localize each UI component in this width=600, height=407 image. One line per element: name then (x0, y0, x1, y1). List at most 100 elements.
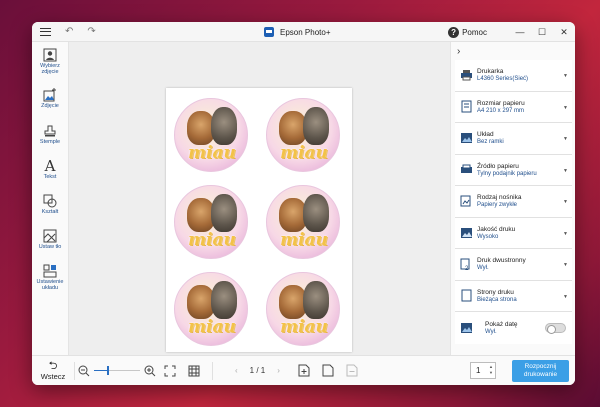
print-label-line2: drukowanie (523, 370, 558, 378)
cat-image (211, 281, 237, 319)
tool-stamps[interactable]: Stemple (32, 124, 69, 145)
media-type-icon (455, 195, 477, 207)
redo-icon[interactable]: ↷ (87, 26, 95, 37)
prev-page-button[interactable]: ‹ (235, 366, 238, 375)
print-quality-icon (455, 227, 477, 239)
start-print-button[interactable]: Rozpocznij drukowanie (512, 359, 569, 382)
delete-page-icon[interactable] (346, 364, 358, 377)
layout-icon (455, 132, 477, 144)
preview-canvas[interactable]: miau miau miau miau miau miau (69, 42, 450, 355)
fit-screen-icon[interactable] (164, 365, 176, 377)
chevron-down-icon: ▼ (563, 230, 568, 237)
sticker-image[interactable]: miau (174, 98, 248, 172)
layout-icon (43, 264, 57, 278)
setting-label: Strony druku (477, 288, 514, 296)
back-label: Wstecz (40, 371, 66, 381)
setting-value: Wył. (477, 265, 489, 272)
setting-print-pages[interactable]: Strony druku Bieżąca strona ▼ (455, 280, 572, 312)
cat-image (303, 194, 329, 232)
text-icon: A (44, 156, 56, 175)
tool-text[interactable]: A Tekst (32, 156, 69, 181)
setting-layout[interactable]: Układ Bez ramki ▼ (455, 123, 572, 155)
chevron-down-icon: ▼ (563, 293, 568, 300)
duplex-icon: 2 (455, 258, 477, 271)
settings-panel: › Drukarka L4360 Series(Sieć) ▼ Rozmiar pap… (450, 42, 575, 355)
chevron-down-icon: ▼ (563, 262, 568, 268)
setting-value: Papiery zwykłe (477, 202, 518, 209)
tool-layout[interactable]: Ustawienie układu (32, 264, 69, 291)
minimize-button[interactable]: — (509, 22, 531, 42)
decrement-icon[interactable]: ▼ (489, 370, 493, 376)
duplicate-page-icon[interactable] (322, 364, 334, 377)
setting-label: Rozmiar papieru (477, 99, 525, 107)
sticker-image[interactable]: miau (174, 272, 248, 346)
show-date-toggle[interactable] (545, 323, 566, 334)
sticker-image[interactable]: miau (266, 185, 340, 259)
sticker-text: miau (188, 230, 236, 250)
photo-select-icon (43, 48, 57, 62)
chevron-down-icon: ▼ (563, 104, 568, 111)
chevron-down-icon: ▼ (563, 199, 568, 205)
title-bar: ↶ ↷ Epson Photo+ ? Pomoc — ☐ ✕ (32, 22, 575, 42)
cat-image (303, 107, 329, 145)
maximize-button[interactable]: ☐ (531, 22, 553, 42)
zoom-slider[interactable] (94, 366, 140, 375)
collapse-panel-icon[interactable]: › (451, 42, 575, 60)
tool-background[interactable]: Ustaw tło (32, 229, 69, 250)
sticker-image[interactable]: miau (174, 185, 248, 259)
main-area: Wybierz zdjęcie Zdjęcie Stemple A Tekst (32, 42, 575, 355)
setting-print-quality[interactable]: Jakość druku Wysoko ▼ (455, 217, 572, 249)
paper-size-icon (455, 100, 477, 113)
tool-shape[interactable]: Kształt (32, 194, 69, 215)
setting-paper-source[interactable]: Źródło papieru Tylny podajnik papieru ▼ (455, 154, 572, 186)
sticker-image[interactable]: miau (266, 98, 340, 172)
setting-media-type[interactable]: Rodzaj nośnika Papiery zwykłe ▼ (455, 186, 572, 218)
tool-photo[interactable]: Zdjęcie (32, 88, 69, 109)
setting-value: A4 210 x 297 mm (477, 107, 525, 114)
tool-label: Wybierz zdjęcie (40, 63, 60, 76)
setting-value: Wysoko (477, 233, 499, 240)
tool-label: Kształt (41, 209, 59, 216)
zoom-slider-thumb[interactable] (106, 366, 109, 375)
sticker-image[interactable]: miau (266, 272, 340, 346)
help-button[interactable]: ? Pomoc (448, 26, 487, 38)
grid-icon[interactable] (188, 365, 200, 377)
next-page-button[interactable]: › (277, 366, 280, 375)
app-window: ↶ ↷ Epson Photo+ ? Pomoc — ☐ ✕ Wybierz z… (32, 22, 575, 385)
menu-icon[interactable] (40, 27, 51, 36)
stamp-icon (43, 124, 57, 138)
left-toolbar: Wybierz zdjęcie Zdjęcie Stemple A Tekst (32, 42, 69, 355)
copies-stepper[interactable]: 1 ▲ ▼ (470, 362, 496, 379)
sticker-text: miau (280, 143, 328, 163)
bottom-toolbar: ⮌ Wstecz ‹ 1 / 1 › 1 ▲ ▼ Rozpocznij druk… (32, 355, 575, 385)
close-button[interactable]: ✕ (553, 22, 575, 42)
setting-label: Rodzaj nośnika (477, 194, 522, 202)
undo-icon[interactable]: ↶ (65, 26, 73, 37)
help-label: Pomoc (462, 27, 487, 37)
add-photo-icon (43, 88, 57, 102)
tool-label: Zdjęcie (41, 103, 59, 110)
zoom-out-icon[interactable] (78, 365, 90, 377)
back-button[interactable]: ⮌ Wstecz (32, 360, 74, 381)
tool-label: Stemple (39, 139, 61, 146)
zoom-in-icon[interactable] (144, 365, 156, 377)
zoom-slider-fill (94, 370, 108, 371)
setting-printer[interactable]: Drukarka L4360 Series(Sieć) ▼ (455, 60, 572, 92)
add-page-icon[interactable] (298, 364, 310, 377)
date-icon (455, 322, 477, 334)
cat-image (303, 281, 329, 319)
setting-value: L4360 Series(Sieć) (477, 76, 529, 83)
setting-label: Źródło papieru (477, 162, 519, 170)
setting-label: Pokaż datę (485, 320, 518, 328)
chevron-down-icon: ▼ (563, 73, 568, 79)
setting-value: Wył. (485, 328, 497, 335)
setting-duplex[interactable]: 2 Druk dwustronny Wył. ▼ (455, 249, 572, 281)
setting-paper-size[interactable]: Rozmiar papieru A4 210 x 297 mm ▼ (455, 91, 572, 123)
setting-show-date[interactable]: Pokaż datę Wył. (455, 312, 572, 344)
tool-label: Ustawienie układu (36, 279, 64, 292)
sticker-text: miau (188, 143, 236, 163)
help-icon: ? (448, 26, 460, 38)
tool-select-photo[interactable]: Wybierz zdjęcie (32, 48, 69, 75)
sticker-text: miau (280, 230, 328, 250)
paper-preview[interactable]: miau miau miau miau miau miau (166, 88, 352, 352)
